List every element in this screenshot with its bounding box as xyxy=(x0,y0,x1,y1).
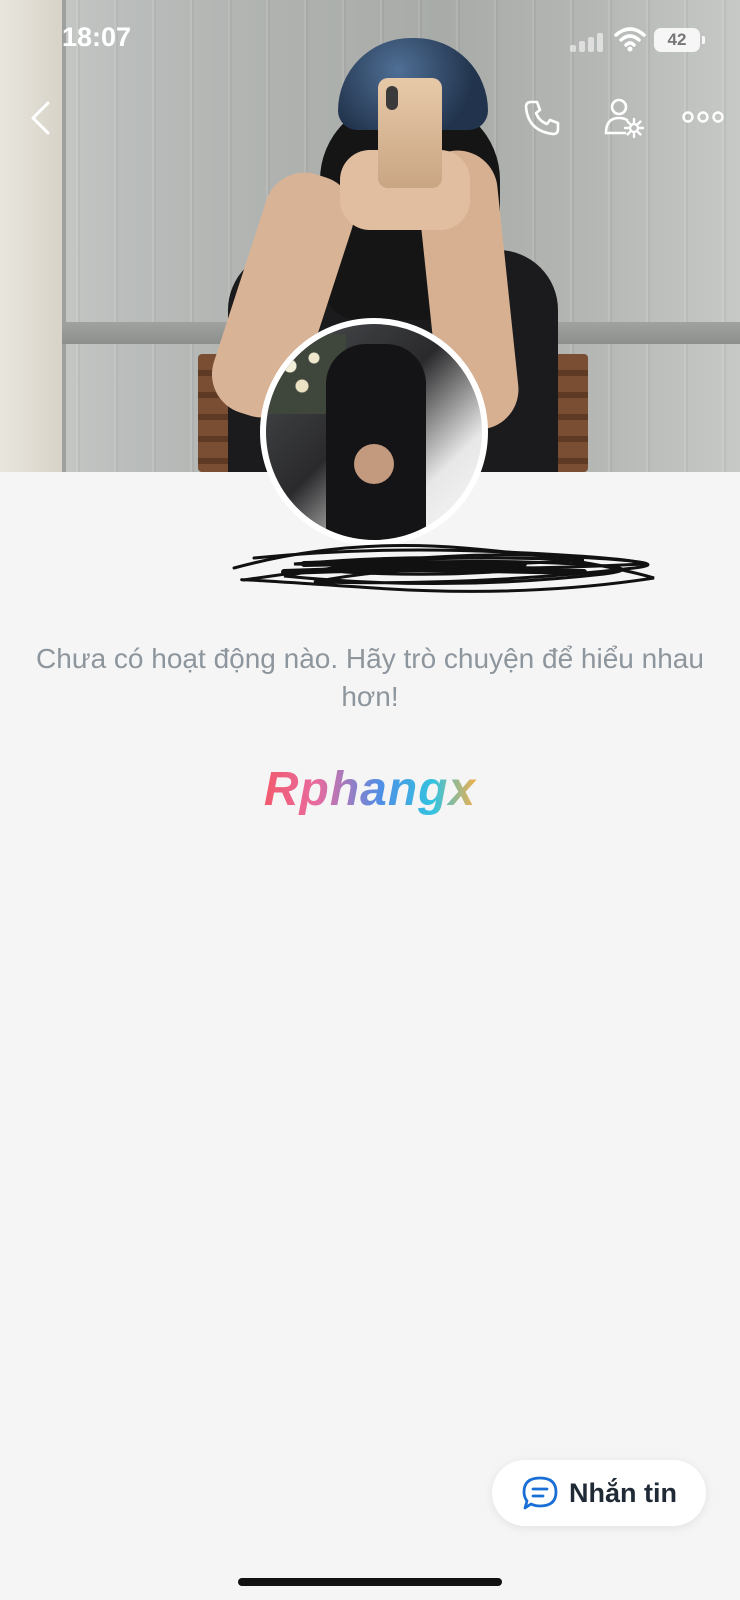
redacted-name xyxy=(232,544,655,593)
status-time: 18:07 xyxy=(62,22,132,52)
user-settings-icon xyxy=(604,98,645,139)
more-button[interactable] xyxy=(680,100,726,134)
wifi-icon xyxy=(614,27,646,52)
message-button-label: Nhắn tin xyxy=(569,1477,677,1508)
empty-activity-message: Chưa có hoạt động nào. Hãy trò chuyện để… xyxy=(36,643,704,712)
home-indicator[interactable] xyxy=(238,1578,502,1586)
watermark-logo: Rphangx xyxy=(0,762,740,817)
battery-icon: 42 xyxy=(654,28,705,52)
chat-bubble-icon xyxy=(522,1476,558,1510)
status-bar: 18:07 42 xyxy=(0,0,740,80)
call-button[interactable] xyxy=(518,94,566,142)
cover-phone xyxy=(378,78,442,188)
avatar-skin xyxy=(354,444,394,484)
profile-settings-button[interactable] xyxy=(600,94,648,142)
back-button[interactable] xyxy=(22,96,58,140)
watermark-text: Rphangx xyxy=(263,763,477,816)
message-button[interactable]: Nhắn tin xyxy=(492,1460,706,1526)
profile-avatar[interactable] xyxy=(260,318,488,546)
signal-icon xyxy=(570,30,604,52)
phone-icon xyxy=(524,100,560,136)
chevron-left-icon xyxy=(31,101,50,135)
more-horizontal-icon xyxy=(682,111,724,123)
